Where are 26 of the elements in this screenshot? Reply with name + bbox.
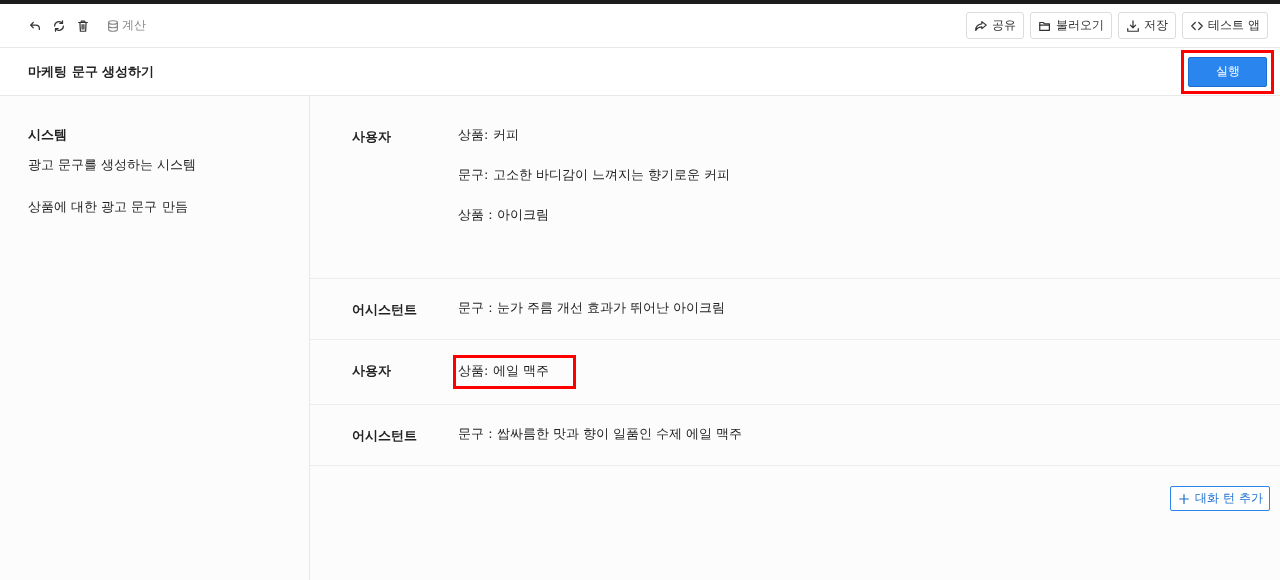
toolbar-button[interactable]: 저장 — [1118, 12, 1177, 39]
toolbar-button[interactable]: 불러오기 — [1030, 12, 1113, 39]
add-turn-button[interactable]: 대화 턴 추가 — [1170, 486, 1270, 511]
message-text: 상품 : 아이크림 — [458, 207, 549, 222]
message-text: 상품: 에일 맥주 — [458, 363, 549, 378]
system-prompt-line: 상품에 대한 광고 문구 만듬 — [28, 198, 189, 216]
section-heading: 시스템 — [28, 126, 68, 144]
message-role: 어시스턴트 — [352, 301, 418, 319]
message-text: 상품: 커피 — [458, 127, 519, 142]
message-role: 사용자 — [352, 362, 392, 380]
system-prompt-line: 광고 문구를 생성하는 시스템 — [28, 156, 198, 174]
message-text: 문구: 고소한 바디감이 느껴지는 향기로운 커피 — [458, 167, 731, 182]
plus-icon — [1177, 491, 1192, 506]
run-button[interactable]: 실행 — [1188, 56, 1267, 87]
message-text: 문구 : 쌉싸름한 맛과 향이 일품인 수제 에일 맥주 — [458, 426, 743, 441]
message-text: 문구 : 눈가 주름 개선 효과가 뛰어난 아이크림 — [458, 300, 726, 315]
message-role: 사용자 — [352, 128, 392, 146]
download-icon — [1126, 18, 1141, 33]
message-role: 어시스턴트 — [352, 427, 418, 445]
page-title: 마케팅 문구 생성하기 — [28, 62, 156, 81]
share-icon — [974, 18, 989, 33]
toolbar-button[interactable]: 공유 — [966, 12, 1025, 39]
database-icon — [106, 18, 120, 33]
toolbar-button[interactable]: 테스트 앱 — [1182, 12, 1268, 39]
refresh-icon[interactable] — [52, 18, 66, 33]
trash-icon[interactable] — [76, 18, 90, 33]
